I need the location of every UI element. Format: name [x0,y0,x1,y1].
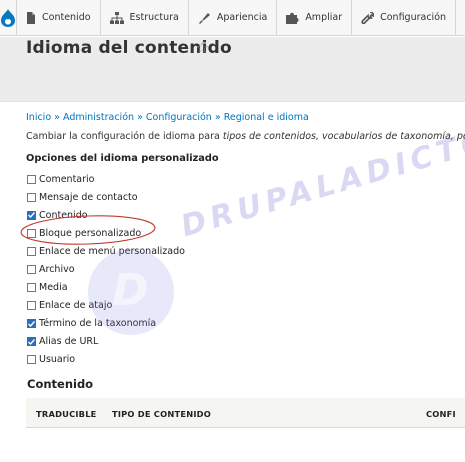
content-table-header: TRADUCIBLE TIPO DE CONTENIDO CONFI [26,398,465,428]
option-comentario[interactable]: Comentario [27,170,185,188]
paintbrush-icon [198,12,211,24]
checkbox[interactable] [27,283,36,293]
toolbar-label: Configuración [380,12,447,23]
checkbox-checked[interactable] [27,210,36,220]
option-label: Usuario [39,354,76,366]
puzzle-icon [286,12,299,24]
toolbar-label: Estructura [129,12,179,23]
document-icon [26,11,36,24]
sitemap-icon [109,11,124,24]
checkbox-checked[interactable] [27,319,36,329]
star-icon[interactable]: ☆ [195,38,209,57]
breadcrumb-separator: » [54,112,60,123]
option-mensaje-de-contacto[interactable]: Mensaje de contacto [27,188,185,206]
option-bloque-personalizado[interactable]: Bloque personalizado [27,224,185,242]
checkbox-checked[interactable] [27,337,36,347]
description-text: Cambiar la configuración de idioma para [26,131,223,142]
option-alias-de-url[interactable]: Alias de URL [27,333,185,351]
checkbox[interactable] [27,174,36,184]
content-section-title: Contenido [27,377,94,391]
column-header-tipo-de-contenido[interactable]: TIPO DE CONTENIDO [112,409,211,419]
checkbox[interactable] [27,192,36,202]
toolbar-label: Contenido [42,12,91,23]
wrench-icon [361,11,375,24]
checkbox[interactable] [27,246,36,256]
toolbar-item-configuracion[interactable]: Configuración [352,0,457,35]
page-description: Cambiar la configuración de idioma para … [26,131,465,142]
option-label: Media [39,282,68,294]
option-label: Alias de URL [39,336,99,348]
breadcrumb-link-regional[interactable]: Regional e idioma [224,112,309,123]
column-header-configuracion[interactable]: CONFI [426,409,456,419]
toolbar-item-contenido[interactable]: Contenido [17,0,101,35]
checkbox[interactable] [27,301,36,311]
option-usuario[interactable]: Usuario [27,351,185,369]
breadcrumb: Inicio » Administración » Configuración … [26,112,309,123]
breadcrumb-separator: » [214,112,221,123]
breadcrumb-separator: » [137,112,143,123]
option-contenido[interactable]: Contenido [27,206,185,224]
checkbox[interactable] [27,355,36,365]
toolbar-label: Apariencia [216,12,268,23]
admin-toolbar: Contenido Estructura Apariencia Ampliar … [0,0,465,36]
drupal-logo-icon[interactable] [0,0,17,35]
toolbar-item-estructura[interactable]: Estructura [101,0,189,35]
watermark-letter: D [112,265,149,316]
breadcrumb-link-configuracion[interactable]: Configuración [146,112,212,123]
breadcrumb-link-administracion[interactable]: Administración [63,112,134,123]
toolbar-item-user[interactable] [456,0,465,35]
option-label: Comentario [39,173,95,185]
toolbar-item-ampliar[interactable]: Ampliar [277,0,353,35]
breadcrumb-link-inicio[interactable]: Inicio [26,112,51,123]
option-label: Contenido [39,209,88,221]
toolbar-label: Ampliar [305,12,343,23]
checkbox[interactable] [27,265,36,275]
option-label: Archivo [39,264,75,276]
toolbar-item-apariencia[interactable]: Apariencia [189,0,278,35]
option-label: Mensaje de contacto [39,191,138,203]
custom-language-options-title: Opciones del idioma personalizado [26,153,219,164]
option-label: Bloque personalizado [39,227,142,239]
checkbox[interactable] [27,228,36,238]
column-header-traducible[interactable]: TRADUCIBLE [36,409,97,419]
